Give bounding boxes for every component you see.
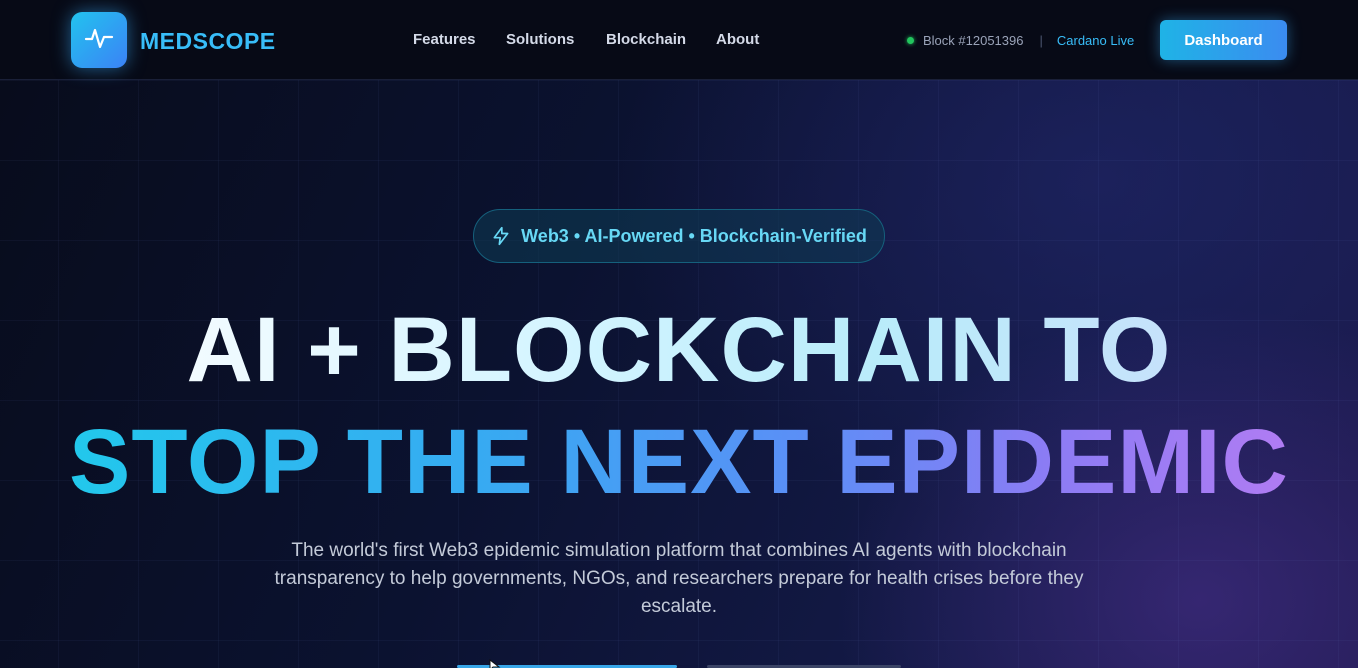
nav-link-about[interactable]: About — [716, 30, 759, 50]
lightning-icon — [491, 226, 511, 246]
status-separator: | — [1039, 32, 1043, 48]
mouse-cursor-icon — [489, 657, 501, 668]
brand-name[interactable]: MEDSCOPE — [140, 28, 276, 54]
hero-subtitle: The world's first Web3 epidemic simulati… — [274, 540, 1084, 617]
logo-badge[interactable] — [71, 12, 127, 68]
dashboard-button[interactable]: Dashboard — [1160, 20, 1287, 60]
nav-link-blockchain[interactable]: Blockchain — [606, 30, 686, 50]
headline-line-2: STOP THE NEXT EPIDEMIC — [69, 411, 1289, 513]
top-navbar: MEDSCOPE Features Solutions Blockchain A… — [0, 0, 1358, 80]
headline-line-1: AI + BLOCKCHAIN TO — [186, 299, 1172, 401]
nav-link-features[interactable]: Features — [413, 30, 476, 50]
nav-link-solutions[interactable]: Solutions — [506, 30, 574, 50]
network-label: Cardano Live — [1056, 32, 1135, 48]
badge-text: Web3 • AI-Powered • Blockchain-Verified — [521, 225, 867, 246]
pulse-icon — [83, 22, 115, 59]
status-dot-icon — [907, 36, 914, 44]
network-status: Block #12051396 | Cardano Live — [907, 30, 1134, 50]
tagline-badge: Web3 • AI-Powered • Blockchain-Verified — [473, 209, 885, 263]
block-number: Block #12051396 — [923, 32, 1024, 48]
